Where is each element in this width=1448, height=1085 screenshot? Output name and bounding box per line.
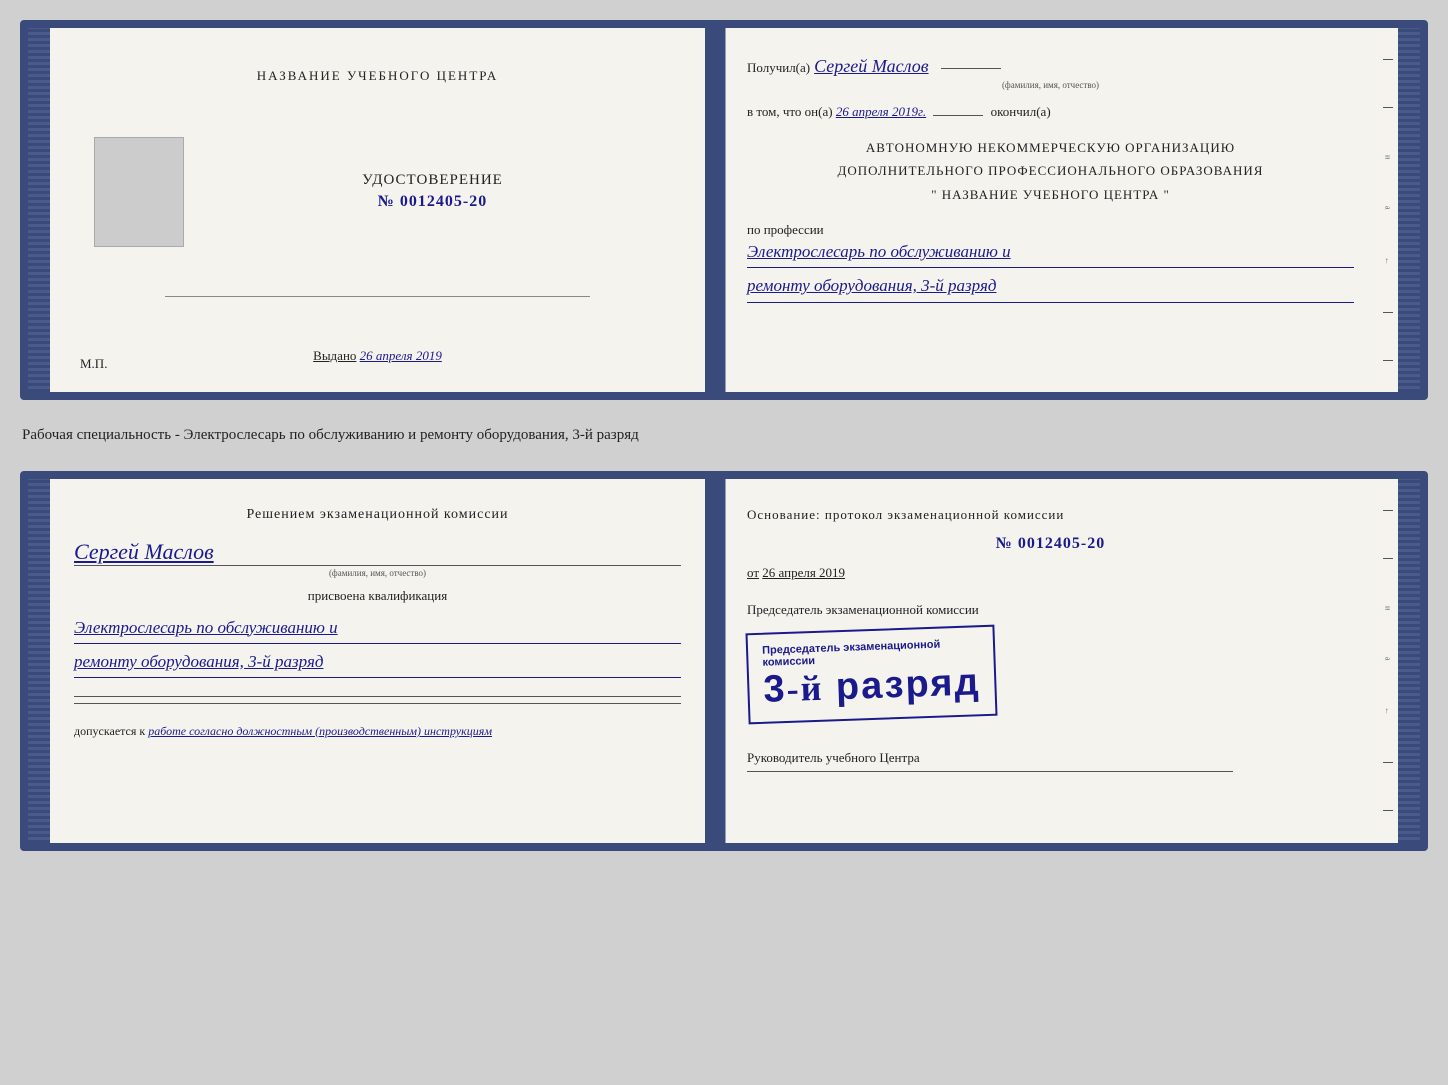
photo-placeholder xyxy=(94,137,184,247)
qual-line2: ремонту оборудования, 3-й разряд xyxy=(74,648,681,678)
right-edge-labels: и а ← xyxy=(1378,28,1398,392)
right-edge-labels-bottom: и а ← xyxy=(1378,479,1398,843)
sig-line1 xyxy=(74,696,681,697)
completed-prefix: в том, что он(а) xyxy=(747,104,833,119)
between-text: Рабочая специальность - Электрослесарь п… xyxy=(20,416,1428,455)
basis-title: Основание: протокол экзаменационной коми… xyxy=(747,507,1354,523)
commission-name-block: Сергей Маслов (фамилия, имя, отчество) xyxy=(74,539,681,578)
received-name: Сергей Маслов xyxy=(814,56,928,78)
mp-label: М.П. xyxy=(80,356,107,372)
director-sig-line xyxy=(747,771,1233,772)
profession-block: по профессии Электрослесарь по обслужива… xyxy=(747,216,1354,302)
received-prefix: Получил(а) xyxy=(747,60,810,75)
completed-date: 26 апреля 2019г. xyxy=(836,104,926,119)
allowed-line: допускается к работе согласно должностны… xyxy=(74,724,681,739)
allowed-value: работе согласно должностным (производств… xyxy=(148,724,492,738)
qual-line1: Электрослесарь по обслуживанию и xyxy=(74,614,681,644)
sig-line2 xyxy=(74,703,681,704)
cert-number: № 0012405-20 xyxy=(378,193,487,211)
top-left-center-title: НАЗВАНИЕ УЧЕБНОГО ЦЕНТРА xyxy=(257,66,498,86)
b-edge-dash4 xyxy=(1383,810,1393,811)
edge-arrow: ← xyxy=(1384,257,1393,265)
chairman-label: Председатель экзаменационной комиссии xyxy=(747,601,1354,619)
page-wrapper: НАЗВАНИЕ УЧЕБНОГО ЦЕНТРА УДОСТОВЕРЕНИЕ №… xyxy=(20,20,1428,851)
stamp-box: Председатель экзаменационной комиссии 3-… xyxy=(745,624,997,724)
top-document: НАЗВАНИЕ УЧЕБНОГО ЦЕНТРА УДОСТОВЕРЕНИЕ №… xyxy=(20,20,1428,400)
b-edge-dash2 xyxy=(1383,558,1393,559)
received-block: Получил(а) Сергей Маслов (фамилия, имя, … xyxy=(747,56,1354,90)
profession-label: по профессии xyxy=(747,222,1354,238)
right-spine-bottom xyxy=(1398,479,1420,843)
profession-line1: Электрослесарь по обслуживанию и xyxy=(747,238,1354,268)
edge-а: а xyxy=(1384,206,1393,210)
decision-title: Решением экзаменационной комиссии xyxy=(74,507,681,523)
org-line2: ДОПОЛНИТЕЛЬНОГО ПРОФЕССИОНАЛЬНОГО ОБРАЗО… xyxy=(747,159,1354,182)
b-edge-а: а xyxy=(1384,657,1393,661)
b-edge-и: и xyxy=(1384,606,1393,610)
profession-value: Электрослесарь по обслуживанию и ремонту… xyxy=(747,238,1354,302)
org-line3: " НАЗВАНИЕ УЧЕБНОГО ЦЕНТРА " xyxy=(747,183,1354,206)
stamp-razryad: разряд xyxy=(835,661,981,708)
stamp-area: Председатель экзаменационной комиссии 3-… xyxy=(747,623,1354,720)
assigned-qualification: Электрослесарь по обслуживанию и ремонту… xyxy=(74,614,681,678)
edge-и: и xyxy=(1384,155,1393,159)
stamp-3й: 3 xyxy=(763,668,788,711)
allowed-prefix: допускается к xyxy=(74,724,145,738)
basis-date-value: 26 апреля 2019 xyxy=(762,565,845,580)
issued-label: Выдано xyxy=(313,348,356,363)
name-sublabel: (фамилия, имя, отчество) xyxy=(747,80,1354,90)
commission-name: Сергей Маслов xyxy=(74,539,681,565)
profession-line2: ремонту оборудования, 3-й разряд xyxy=(747,272,1354,302)
b-edge-dash1 xyxy=(1383,510,1393,511)
top-doc-right: Получил(а) Сергей Маслов (фамилия, имя, … xyxy=(723,28,1378,392)
bottom-document: Решением экзаменационной комиссии Сергей… xyxy=(20,471,1428,851)
signature-lines xyxy=(74,696,681,704)
completed-block: в том, что он(а) 26 апреля 2019г. окончи… xyxy=(747,104,1354,120)
edge-dash3 xyxy=(1383,312,1393,313)
basis-number: № 0012405-20 xyxy=(747,535,1354,553)
director-label: Руководитель учебного Центра xyxy=(747,748,1354,768)
edge-dash4 xyxy=(1383,360,1393,361)
org-block: АВТОНОМНУЮ НЕКОММЕРЧЕСКУЮ ОРГАНИЗАЦИЮ ДО… xyxy=(747,136,1354,206)
assigned-label: присвоена квалификация xyxy=(74,588,681,604)
bottom-doc-left: Решением экзаменационной комиссии Сергей… xyxy=(50,479,705,843)
b-edge-arrow: ← xyxy=(1384,707,1393,715)
basis-date-prefix: от xyxy=(747,565,759,580)
right-spine-top xyxy=(1398,28,1420,392)
bottom-doc-right: Основание: протокол экзаменационной коми… xyxy=(723,479,1378,843)
left-spine xyxy=(28,28,50,392)
binding-strip-top xyxy=(705,28,723,392)
chairman-block: Председатель экзаменационной комиссии Пр… xyxy=(747,601,1354,720)
b-edge-dash3 xyxy=(1383,762,1393,763)
completed-suffix: окончил(а) xyxy=(991,104,1051,119)
edge-dash1 xyxy=(1383,59,1393,60)
stamp-main-text: 3-й разряд xyxy=(763,661,982,712)
org-line1: АВТОНОМНУЮ НЕКОММЕРЧЕСКУЮ ОРГАНИЗАЦИЮ xyxy=(747,136,1354,159)
binding-strip-bottom xyxy=(705,479,723,843)
bottom-name-sublabel: (фамилия, имя, отчество) xyxy=(74,568,681,578)
cert-label: УДОСТОВЕРЕНИЕ xyxy=(362,172,503,189)
left-spine-bottom xyxy=(28,479,50,843)
top-doc-left: НАЗВАНИЕ УЧЕБНОГО ЦЕНТРА УДОСТОВЕРЕНИЕ №… xyxy=(50,28,705,392)
basis-date: от 26 апреля 2019 xyxy=(747,565,1354,581)
issued-date: 26 апреля 2019 xyxy=(360,348,442,363)
director-block: Руководитель учебного Центра xyxy=(747,748,1354,773)
edge-dash2 xyxy=(1383,107,1393,108)
issued-line: Выдано 26 апреля 2019 xyxy=(313,348,442,364)
